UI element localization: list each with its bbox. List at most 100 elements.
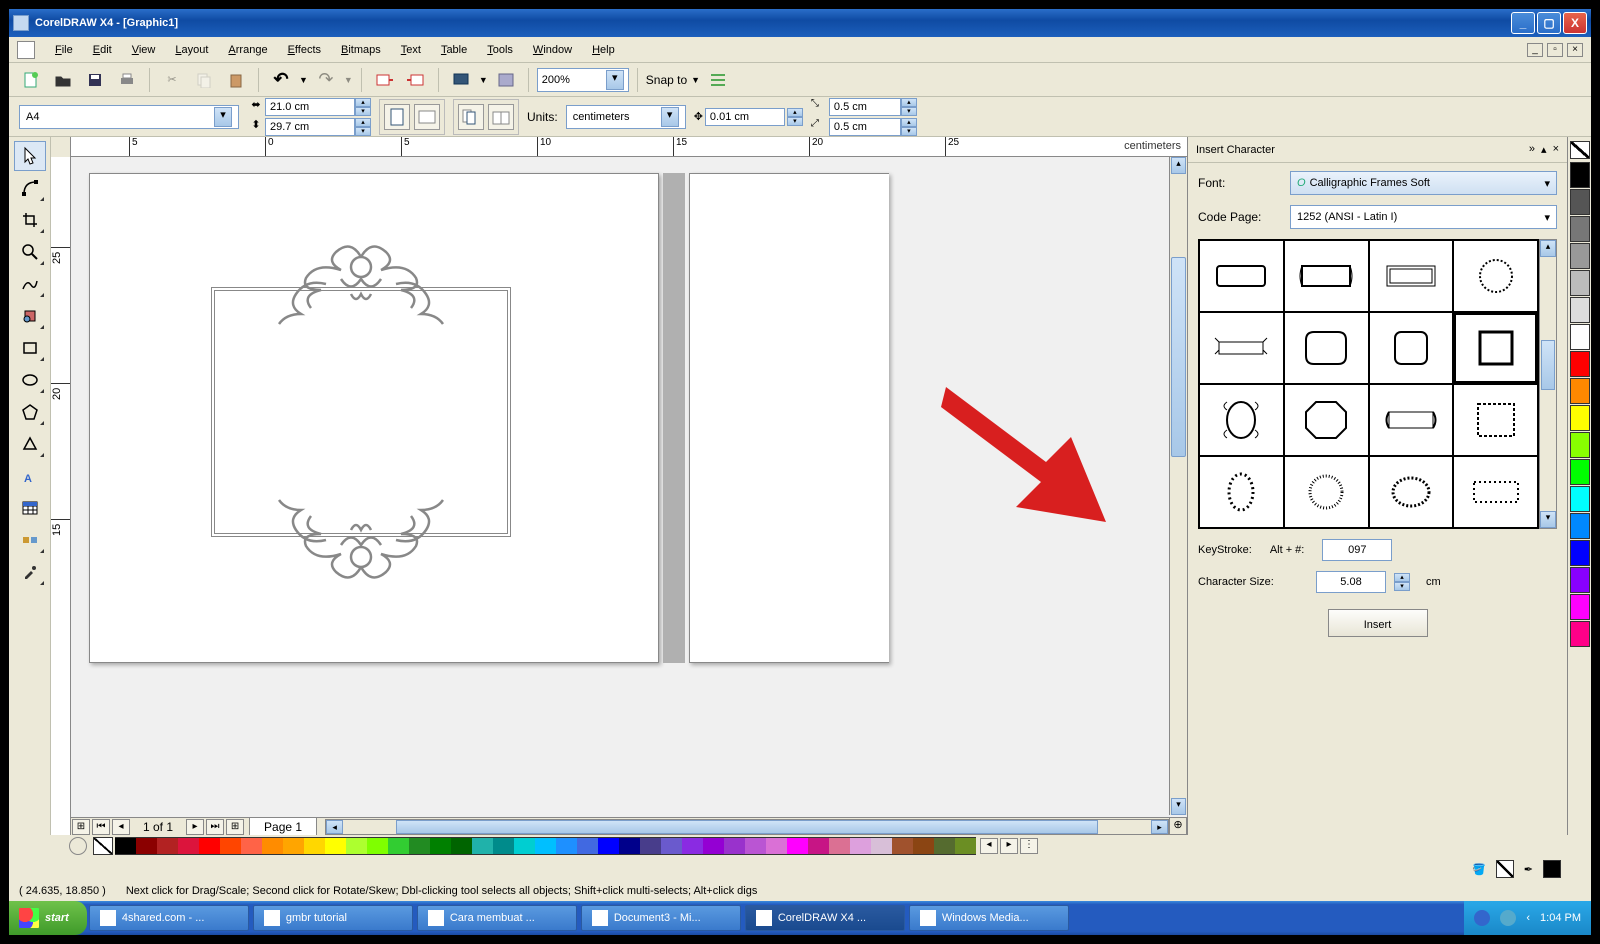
taskbar-item[interactable]: 4shared.com - ...: [89, 905, 249, 931]
pick-tool[interactable]: [14, 141, 46, 171]
copy-button[interactable]: [190, 66, 218, 94]
text-tool[interactable]: A: [14, 461, 46, 491]
add-page-end-button[interactable]: ⊞: [226, 819, 244, 835]
dup-y-input[interactable]: 0.5 cm: [829, 118, 901, 136]
color-swatch[interactable]: [1570, 270, 1590, 296]
color-swatch[interactable]: [178, 837, 199, 855]
color-swatch[interactable]: [556, 837, 577, 855]
redo-button[interactable]: ↷: [312, 66, 340, 94]
page-width-input[interactable]: 21.0 cm: [265, 98, 355, 116]
color-swatch[interactable]: [1570, 378, 1590, 404]
color-swatch[interactable]: [346, 837, 367, 855]
color-swatch[interactable]: [1570, 621, 1590, 647]
page-height-input[interactable]: 29.7 cm: [265, 118, 355, 136]
color-swatch[interactable]: [1570, 432, 1590, 458]
no-fill-swatch[interactable]: [1570, 141, 1590, 159]
taskbar-item[interactable]: CorelDRAW X4 ...: [745, 905, 905, 931]
undo-button[interactable]: ↶: [267, 66, 295, 94]
color-swatch[interactable]: [766, 837, 787, 855]
palette-scroll-left[interactable]: ◂: [980, 838, 998, 854]
insert-button[interactable]: Insert: [1328, 609, 1428, 637]
save-button[interactable]: [81, 66, 109, 94]
color-swatch[interactable]: [1570, 351, 1590, 377]
system-tray[interactable]: ‹ 1:04 PM: [1464, 901, 1591, 935]
color-swatch[interactable]: [787, 837, 808, 855]
color-swatch[interactable]: [493, 837, 514, 855]
page-tab[interactable]: Page 1: [249, 817, 317, 835]
font-combo[interactable]: OCalligraphic Frames Soft▾: [1290, 171, 1557, 195]
paste-button[interactable]: [222, 66, 250, 94]
nudge-input[interactable]: 0.01 cm: [705, 108, 785, 126]
menu-window[interactable]: Window: [523, 41, 582, 59]
char-cell[interactable]: [1369, 384, 1454, 456]
paper-combo[interactable]: A4▾: [19, 105, 239, 129]
taskbar-item[interactable]: Document3 - Mi...: [581, 905, 741, 931]
menu-layout[interactable]: Layout: [165, 41, 218, 59]
color-swatch[interactable]: [325, 837, 346, 855]
crop-tool[interactable]: [14, 205, 46, 235]
color-swatch[interactable]: [619, 837, 640, 855]
char-cell[interactable]: [1284, 240, 1369, 312]
tray-icon[interactable]: [1474, 910, 1490, 926]
char-cell[interactable]: [1199, 384, 1284, 456]
color-swatch[interactable]: [1570, 486, 1590, 512]
options-button[interactable]: [704, 66, 732, 94]
color-swatch[interactable]: [451, 837, 472, 855]
docker-collapse-button[interactable]: ▴: [1541, 143, 1547, 156]
vertical-ruler[interactable]: 252015centimeters: [51, 157, 71, 835]
new-button[interactable]: [17, 66, 45, 94]
freehand-tool[interactable]: [14, 269, 46, 299]
color-swatch[interactable]: [892, 837, 913, 855]
char-cell[interactable]: [1199, 312, 1284, 384]
color-swatch[interactable]: [220, 837, 241, 855]
menu-text[interactable]: Text: [391, 41, 431, 59]
color-swatch[interactable]: [640, 837, 661, 855]
tray-expand-icon[interactable]: ‹: [1526, 912, 1530, 924]
prev-page-button[interactable]: ◂: [112, 819, 130, 835]
open-button[interactable]: [49, 66, 77, 94]
char-cell[interactable]: [1453, 456, 1538, 528]
color-swatch[interactable]: [1570, 324, 1590, 350]
tray-icon[interactable]: [1500, 910, 1516, 926]
color-swatch[interactable]: [430, 837, 451, 855]
palette-flyout-button[interactable]: [69, 837, 87, 855]
maximize-button[interactable]: ▢: [1537, 12, 1561, 34]
color-swatch[interactable]: [1570, 540, 1590, 566]
color-swatch[interactable]: [304, 837, 325, 855]
charsize-input[interactable]: 5.08: [1316, 571, 1386, 593]
all-pages-button[interactable]: [458, 104, 484, 130]
char-cell[interactable]: [1369, 240, 1454, 312]
menu-arrange[interactable]: Arrange: [218, 41, 277, 59]
welcome-button[interactable]: [492, 66, 520, 94]
menu-tools[interactable]: Tools: [477, 41, 523, 59]
color-swatch[interactable]: [703, 837, 724, 855]
taskbar-item[interactable]: gmbr tutorial: [253, 905, 413, 931]
color-swatch[interactable]: [1570, 243, 1590, 269]
vertical-scrollbar[interactable]: ▴▾: [1169, 157, 1187, 815]
menu-view[interactable]: View: [122, 41, 166, 59]
color-swatch[interactable]: [829, 837, 850, 855]
smart-fill-tool[interactable]: [14, 301, 46, 331]
close-button[interactable]: X: [1563, 12, 1587, 34]
docker-close-button[interactable]: ×: [1553, 143, 1559, 156]
char-cell[interactable]: [1453, 240, 1538, 312]
taskbar-item[interactable]: Cara membuat ...: [417, 905, 577, 931]
taskbar-item[interactable]: Windows Media...: [909, 905, 1069, 931]
import-button[interactable]: [370, 66, 398, 94]
color-swatch[interactable]: [1570, 459, 1590, 485]
mdi-minimize-button[interactable]: _: [1527, 43, 1543, 57]
color-swatch[interactable]: [724, 837, 745, 855]
palette-scroll-right[interactable]: ▸: [1000, 838, 1018, 854]
menu-edit[interactable]: Edit: [83, 41, 122, 59]
fill-swatch[interactable]: [1496, 860, 1514, 878]
shape-tool[interactable]: [14, 173, 46, 203]
horizontal-scrollbar[interactable]: ◂▸: [325, 819, 1169, 835]
color-swatch[interactable]: [283, 837, 304, 855]
menu-effects[interactable]: Effects: [278, 41, 331, 59]
ellipse-tool[interactable]: [14, 365, 46, 395]
char-cell[interactable]: [1369, 312, 1454, 384]
basic-shapes-tool[interactable]: [14, 429, 46, 459]
char-grid-scrollbar[interactable]: ▴▾: [1539, 239, 1557, 529]
char-cell[interactable]: [1284, 456, 1369, 528]
color-swatch[interactable]: [1570, 216, 1590, 242]
